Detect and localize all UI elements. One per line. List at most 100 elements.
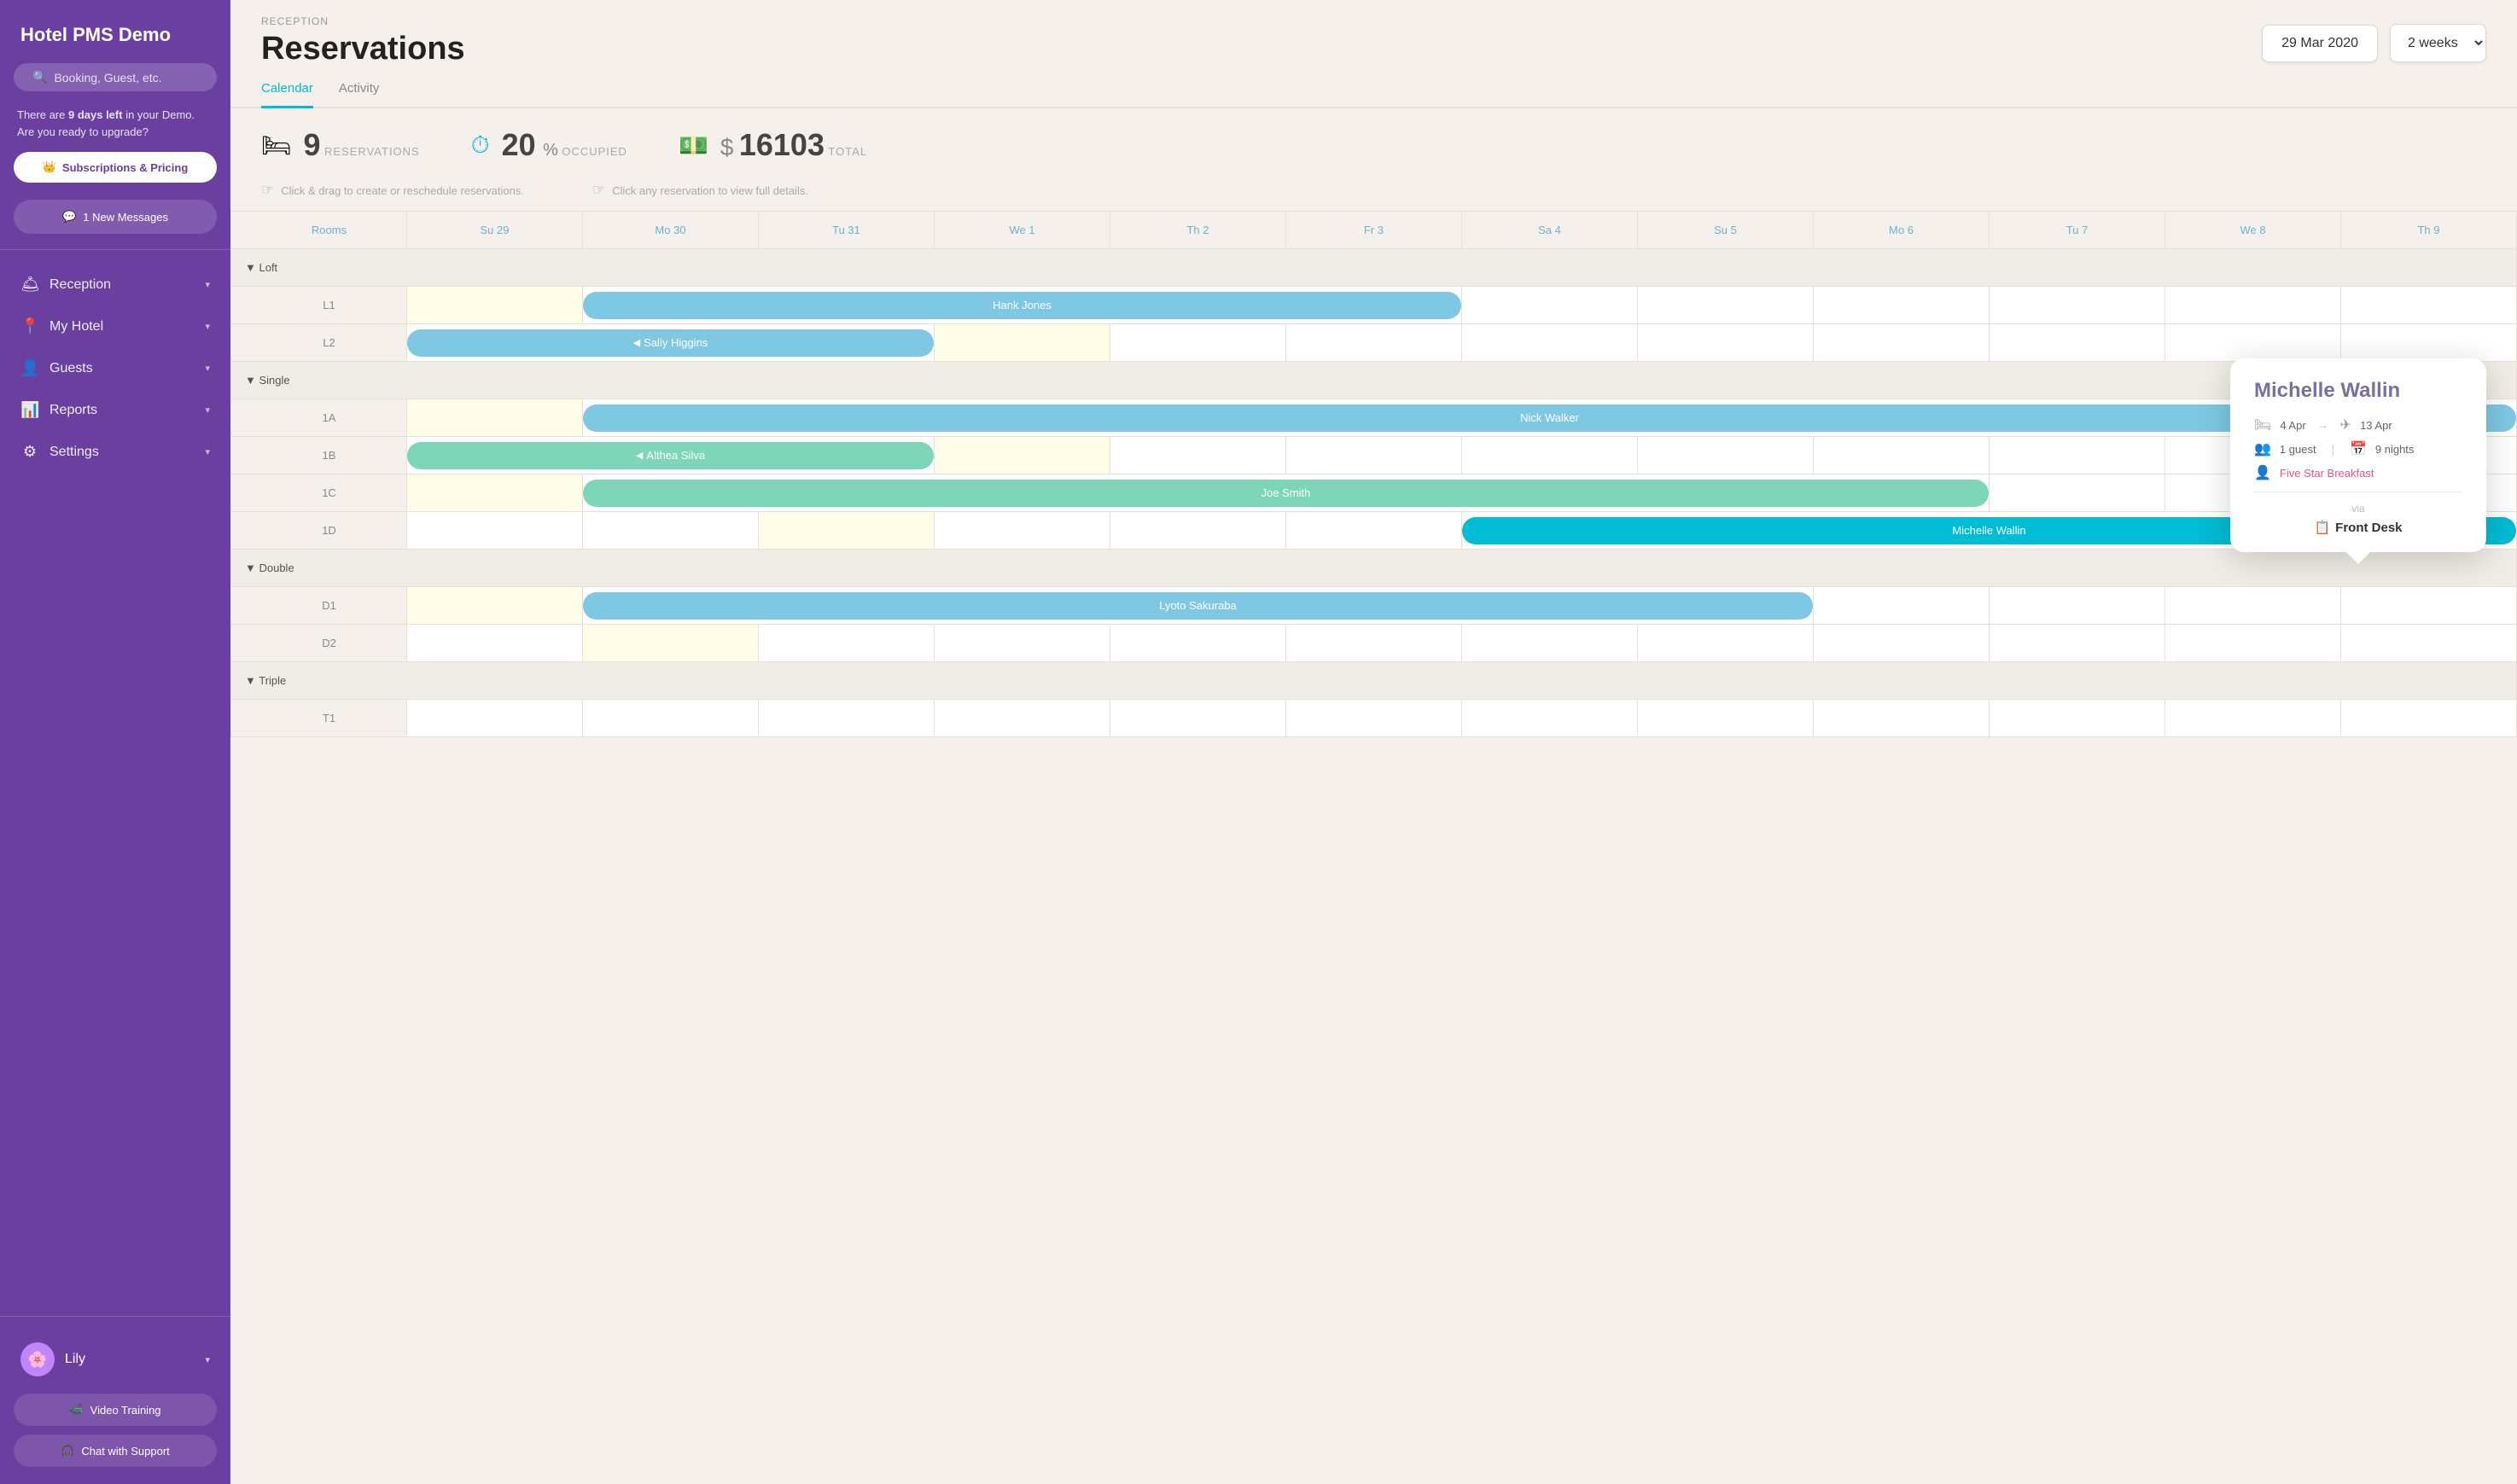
day-header-0: Su 29	[407, 212, 583, 249]
group-double: ▼ Double	[231, 550, 2517, 587]
tooltip-package: 👤 Five Star Breakfast	[2254, 464, 2462, 481]
nights-icon: 📅	[2350, 440, 2367, 457]
reservation-hank-jones[interactable]: Hank Jones	[583, 292, 1461, 319]
reservation-sally-higgins[interactable]: Sally Higgins	[407, 329, 934, 357]
stats-bar: 🛏 9 RESERVATIONS ⏱ 20 % OCCUPIED 💵 $ 161…	[230, 108, 2517, 182]
reservation-joe-smith[interactable]: Joe Smith	[583, 480, 1989, 507]
room-row-D2: D2	[231, 625, 2517, 662]
tooltip-guest-name: Michelle Wallin	[2254, 379, 2462, 403]
user-menu[interactable]: 🌸 Lily ▾	[14, 1334, 217, 1385]
desk-icon: 📋	[2314, 520, 2330, 535]
hint-click: ☞ Click any reservation to view full det…	[592, 182, 808, 199]
chevron-icon: ▾	[205, 404, 210, 416]
tab-calendar[interactable]: Calendar	[261, 81, 313, 108]
drag-hand-icon: ☞	[261, 182, 274, 199]
room-label-1B: 1B	[231, 437, 407, 474]
chevron-icon: ▾	[205, 363, 210, 374]
day-header-10: We 8	[2165, 212, 2341, 249]
sidebar-logo: Hotel PMS Demo	[0, 0, 230, 63]
messages-button[interactable]: 💬 1 New Messages	[14, 200, 217, 234]
sidebar-nav: 🛎 Reception ▾ 📍 My Hotel ▾ 👤 Guests ▾ 📊 …	[0, 257, 230, 1309]
room-row-T1: T1	[231, 700, 2517, 737]
group-loft: ▼ Loft	[231, 249, 2517, 287]
guests-icon: 👤	[20, 359, 39, 377]
search-box[interactable]: 🔍 Booking, Guest, etc.	[14, 63, 217, 91]
search-icon: 🔍	[32, 70, 47, 84]
hint-row: ☞ Click & drag to create or reschedule r…	[230, 182, 2517, 211]
clock-icon: ⏱	[471, 131, 490, 160]
calendar-body: ▼ Loft L1 Hank Jones L2 Sally Higgins	[231, 249, 2517, 737]
day-header-1: Mo 30	[583, 212, 759, 249]
page-title: Reservations	[261, 31, 465, 67]
room-label-1A: 1A	[231, 399, 407, 437]
group-triple: ▼ Triple	[231, 662, 2517, 700]
room-row-L1: L1 Hank Jones	[231, 287, 2517, 324]
day-header-4: Th 2	[1110, 212, 1286, 249]
stat-reservations: 🛏 9 RESERVATIONS	[261, 127, 420, 163]
sidebar-item-reports[interactable]: 📊 Reports ▾	[0, 389, 230, 431]
room-label-1D: 1D	[231, 512, 407, 550]
user-chevron-icon: ▾	[205, 1354, 210, 1365]
reception-icon: 🛎	[20, 276, 39, 294]
day-header-11: Th 9	[2341, 212, 2517, 249]
hint-drag: ☞ Click & drag to create or reschedule r…	[261, 182, 524, 199]
room-row-L2: L2 Sally Higgins	[231, 324, 2517, 362]
main-content: RECEPTION Reservations 29 Mar 2020 2 wee…	[230, 0, 2517, 1484]
room-label-L1: L1	[231, 287, 407, 324]
chevron-icon: ▾	[205, 446, 210, 457]
tab-activity[interactable]: Activity	[339, 81, 380, 108]
day-header-7: Su 5	[1638, 212, 1814, 249]
chat-support-button[interactable]: 🎧 Chat with Support	[14, 1435, 217, 1467]
money-icon: 💵	[679, 131, 708, 160]
sidebar-bottom: 🌸 Lily ▾ 📹 Video Training 🎧 Chat with Su…	[0, 1324, 230, 1484]
avatar: 🌸	[20, 1342, 55, 1376]
date-picker-button[interactable]: 29 Mar 2020	[2262, 25, 2378, 62]
group-single: ▼ Single	[231, 362, 2517, 399]
click-hand-icon: ☞	[592, 182, 605, 199]
headset-icon: 🎧	[61, 1444, 74, 1458]
sidebar-item-guests[interactable]: 👤 Guests ▾	[0, 347, 230, 389]
rooms-column-header: Rooms	[231, 212, 407, 249]
weeks-select[interactable]: 2 weeks 1 week 1 month	[2390, 24, 2486, 62]
room-label-T1: T1	[231, 700, 407, 737]
settings-icon: ⚙	[20, 443, 39, 461]
video-icon: 📹	[69, 1403, 83, 1417]
user-name: Lily	[65, 1352, 195, 1367]
crown-icon: 👑	[43, 160, 56, 174]
sidebar-item-myhotel[interactable]: 📍 My Hotel ▾	[0, 306, 230, 347]
day-header-5: Fr 3	[1286, 212, 1462, 249]
reservation-nick-walker[interactable]: Nick Walker	[583, 404, 2516, 432]
sidebar-item-settings[interactable]: ⚙ Settings ▾	[0, 431, 230, 473]
video-training-button[interactable]: 📹 Video Training	[14, 1394, 217, 1426]
chat-icon: 💬	[62, 210, 76, 224]
upgrade-button[interactable]: 👑 Subscriptions & Pricing	[14, 152, 217, 183]
room-label-1C: 1C	[231, 474, 407, 512]
room-row-1B: 1B Althea Silva	[231, 437, 2517, 474]
tabs-bar: Calendar Activity	[230, 67, 2517, 108]
room-row-1D: 1D Michelle Wallin	[231, 512, 2517, 550]
sidebar-item-reception[interactable]: 🛎 Reception ▾	[0, 264, 230, 306]
search-placeholder: Booking, Guest, etc.	[54, 71, 161, 84]
demo-message: There are 9 days left in your Demo. Are …	[0, 107, 230, 152]
tooltip-via-label: via	[2254, 503, 2462, 515]
calendar-table: Rooms Su 29 Mo 30 Tu 31 We 1 Th 2 Fr 3 S…	[230, 211, 2517, 737]
stat-occupied: ⏱ 20 % OCCUPIED	[471, 127, 627, 163]
room-label-D1: D1	[231, 587, 407, 625]
reservation-lyoto-sakuraba[interactable]: Lyoto Sakuraba	[583, 592, 1813, 620]
reports-icon: 📊	[20, 401, 39, 419]
chevron-icon: ▾	[205, 279, 210, 290]
room-row-D1: D1 Lyoto Sakuraba	[231, 587, 2517, 625]
checkin-icon: 🛏	[2254, 416, 2271, 434]
myhotel-icon: 📍	[20, 317, 39, 335]
tooltip-dates: 🛏 4 Apr → ✈ 13 Apr	[2254, 416, 2462, 434]
room-label-L2: L2	[231, 324, 407, 362]
calendar-area: Rooms Su 29 Mo 30 Tu 31 We 1 Th 2 Fr 3 S…	[230, 211, 2517, 1484]
reservation-althea-silva[interactable]: Althea Silva	[407, 442, 934, 469]
sidebar: Hotel PMS Demo 🔍 Booking, Guest, etc. Th…	[0, 0, 230, 1484]
stat-total: 💵 $ 16103 TOTAL	[679, 127, 867, 163]
calendar-header-row: Rooms Su 29 Mo 30 Tu 31 We 1 Th 2 Fr 3 S…	[231, 212, 2517, 249]
day-header-8: Mo 6	[1814, 212, 1990, 249]
day-header-2: Tu 31	[759, 212, 935, 249]
day-header-6: Sa 4	[1462, 212, 1638, 249]
page-header: RECEPTION Reservations 29 Mar 2020 2 wee…	[230, 0, 2517, 67]
